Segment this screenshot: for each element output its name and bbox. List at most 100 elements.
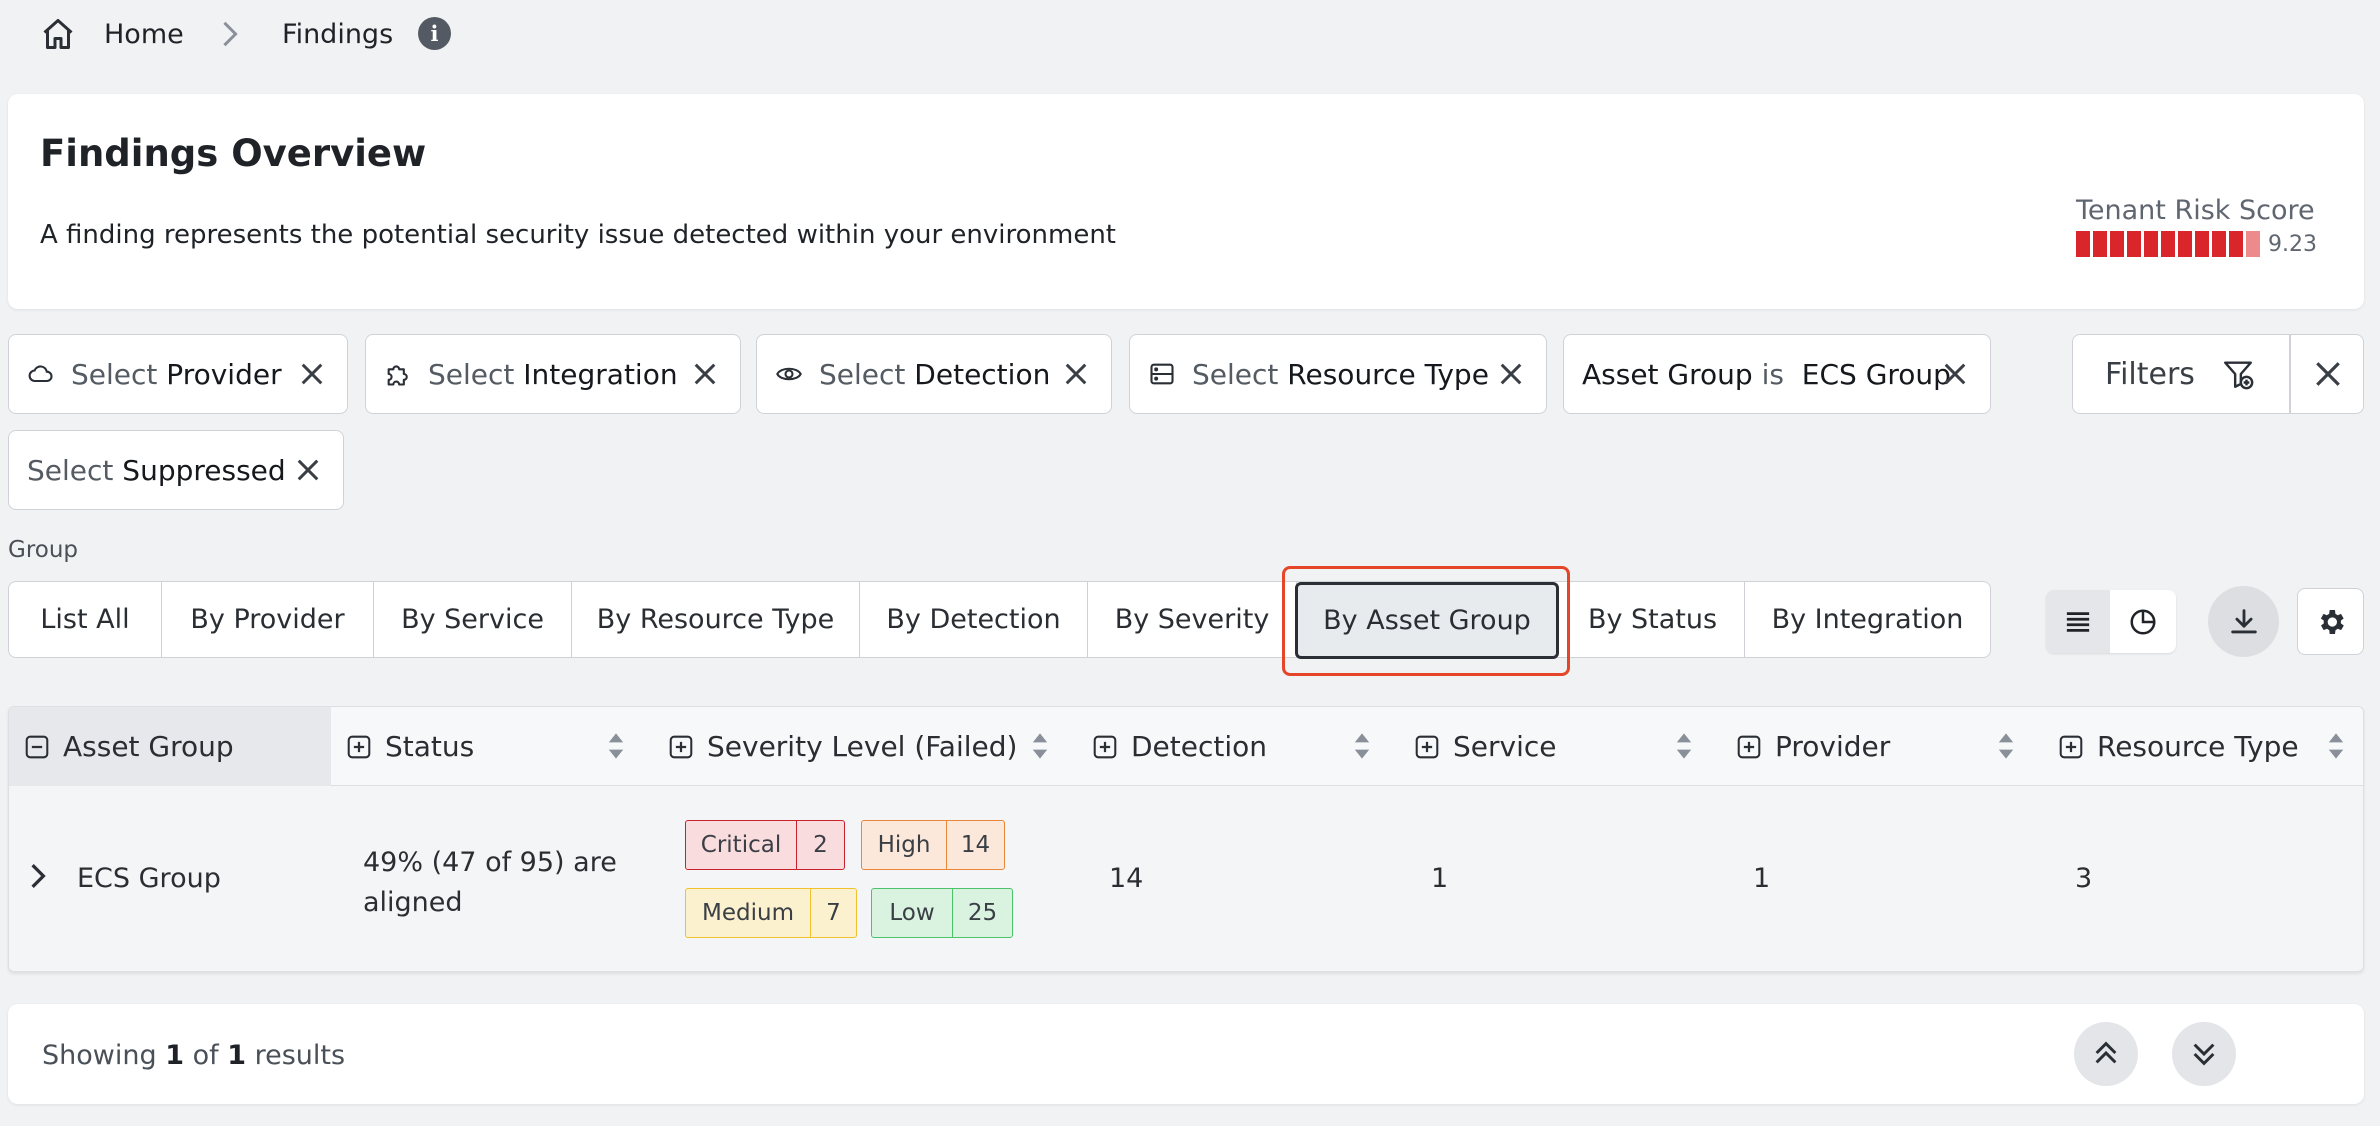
filter-add-icon[interactable] — [2221, 357, 2255, 391]
results-count: Showing 1 of 1 results — [42, 1040, 345, 1071]
gear-icon — [2315, 606, 2347, 638]
results-text: of — [192, 1040, 219, 1071]
group-by-segmented-control: List All By Provider By Service By Resou… — [8, 581, 1991, 659]
info-icon[interactable]: i — [418, 17, 451, 50]
detection-filter-chip[interactable]: Select Detection — [756, 334, 1112, 414]
download-button[interactable] — [2208, 586, 2279, 657]
severity-critical-badge[interactable]: Critical 2 — [685, 820, 845, 870]
close-icon[interactable] — [1498, 361, 1524, 387]
results-text: results — [254, 1040, 346, 1071]
expand-icon[interactable] — [1737, 735, 1761, 759]
chevrons-up-icon — [2092, 1038, 2120, 1068]
sort-icon[interactable] — [2327, 731, 2345, 761]
expand-icon[interactable] — [1415, 735, 1439, 759]
expand-icon[interactable] — [1093, 735, 1117, 759]
download-icon — [2227, 605, 2261, 639]
column-header-resource-type[interactable]: Resource Type — [2043, 707, 2363, 786]
cloud-icon — [27, 360, 55, 388]
cell-service: 1 — [1431, 863, 1449, 894]
server-icon — [1148, 360, 1176, 388]
status-line: 49% (47 of 95) are — [363, 847, 617, 878]
overview-card: Findings Overview A finding represents t… — [8, 94, 2364, 309]
expand-icon[interactable] — [669, 735, 693, 759]
expand-icon[interactable] — [2059, 735, 2083, 759]
cell-resource-type: 3 — [2075, 863, 2093, 894]
column-header-detection[interactable]: Detection — [1077, 707, 1399, 786]
sort-icon[interactable] — [1353, 731, 1371, 761]
breadcrumb-home-link[interactable]: Home — [104, 19, 184, 50]
sort-icon[interactable] — [607, 731, 625, 761]
chip-label: Integration — [523, 357, 678, 391]
close-icon[interactable] — [295, 457, 321, 483]
severity-medium-badge[interactable]: Medium 7 — [685, 888, 857, 938]
column-label: Resource Type — [2097, 730, 2299, 763]
chevron-right-icon[interactable] — [29, 862, 47, 890]
group-by-severity[interactable]: By Severity — [1088, 582, 1297, 657]
column-header-status[interactable]: Status — [331, 707, 653, 786]
risk-score-value: 9.23 — [2268, 232, 2317, 257]
results-total: 1 — [227, 1040, 247, 1071]
view-toggle — [2046, 590, 2176, 653]
integration-filter-chip[interactable]: Select Integration — [365, 334, 741, 414]
results-footer: Showing 1 of 1 results — [8, 1004, 2364, 1104]
asset-group-filter-chip[interactable]: Asset Group is ECS Group — [1563, 334, 1991, 414]
cell-provider: 1 — [1753, 863, 1771, 894]
chip-prefix: Select — [428, 357, 515, 391]
close-icon[interactable] — [299, 361, 325, 387]
cell-detection: 14 — [1109, 863, 1144, 894]
chart-view-icon[interactable] — [2128, 607, 2158, 637]
column-label: Severity Level (Failed) — [707, 730, 1018, 763]
column-label: Asset Group — [63, 730, 234, 763]
collapse-icon[interactable] — [25, 735, 49, 759]
chip-key: Asset Group — [1582, 357, 1753, 391]
sort-icon[interactable] — [1675, 731, 1693, 761]
severity-high-badge[interactable]: High 14 — [861, 820, 1005, 870]
severity-low-badge[interactable]: Low 25 — [871, 888, 1013, 938]
selection-highlight — [1282, 566, 1570, 676]
filters-button[interactable]: Filters — [2105, 357, 2195, 392]
filters-button-group: Filters — [2072, 334, 2364, 414]
list-view-icon[interactable] — [2065, 609, 2091, 635]
clear-filters-icon[interactable] — [2313, 359, 2343, 389]
settings-button[interactable] — [2297, 588, 2364, 655]
column-header-provider[interactable]: Provider — [1721, 707, 2043, 786]
badge-label: Low — [889, 900, 935, 926]
close-icon[interactable] — [1942, 361, 1968, 387]
column-header-asset-group[interactable]: Asset Group — [9, 707, 331, 786]
home-icon[interactable] — [40, 16, 76, 52]
column-header-severity[interactable]: Severity Level (Failed) — [653, 707, 1077, 786]
expand-icon[interactable] — [347, 735, 371, 759]
group-by-resource-type[interactable]: By Resource Type — [572, 582, 860, 657]
expand-all-button[interactable] — [2172, 1022, 2236, 1086]
provider-filter-chip[interactable]: Select Provider — [8, 334, 348, 414]
findings-table: Asset Group Status Severity Level (Faile… — [8, 706, 2364, 972]
sort-icon[interactable] — [1031, 731, 1049, 761]
chip-value: ECS Group — [1801, 357, 1951, 391]
resource-type-filter-chip[interactable]: Select Resource Type — [1129, 334, 1547, 414]
group-list-all[interactable]: List All — [9, 582, 162, 657]
cell-asset-group: ECS Group — [77, 863, 221, 894]
column-header-service[interactable]: Service — [1399, 707, 1721, 786]
eye-icon — [775, 360, 803, 388]
badge-count: 2 — [796, 821, 844, 869]
group-by-detection[interactable]: By Detection — [860, 582, 1088, 657]
sort-icon[interactable] — [1997, 731, 2015, 761]
page-description: A finding represents the potential secur… — [40, 220, 1117, 250]
collapse-all-button[interactable] — [2074, 1022, 2138, 1086]
group-by-service[interactable]: By Service — [374, 582, 572, 657]
table-header: Asset Group Status Severity Level (Faile… — [9, 707, 2363, 786]
chip-label: Resource Type — [1287, 357, 1489, 391]
chip-label: Provider — [166, 357, 282, 391]
chevron-right-icon — [220, 21, 240, 47]
table-row[interactable]: ECS Group 49% (47 of 95) are aligned Cri… — [9, 787, 2363, 971]
close-icon[interactable] — [692, 361, 718, 387]
column-label: Provider — [1775, 730, 1891, 763]
suppressed-filter-chip[interactable]: Select Suppressed — [8, 430, 344, 510]
group-by-integration[interactable]: By Integration — [1745, 582, 1990, 657]
page-title: Findings Overview — [40, 132, 427, 175]
column-label: Service — [1453, 730, 1557, 763]
close-icon[interactable] — [1063, 361, 1089, 387]
group-by-status[interactable]: By Status — [1561, 582, 1745, 657]
group-by-provider[interactable]: By Provider — [162, 582, 374, 657]
breadcrumb-current: Findings — [282, 19, 394, 50]
